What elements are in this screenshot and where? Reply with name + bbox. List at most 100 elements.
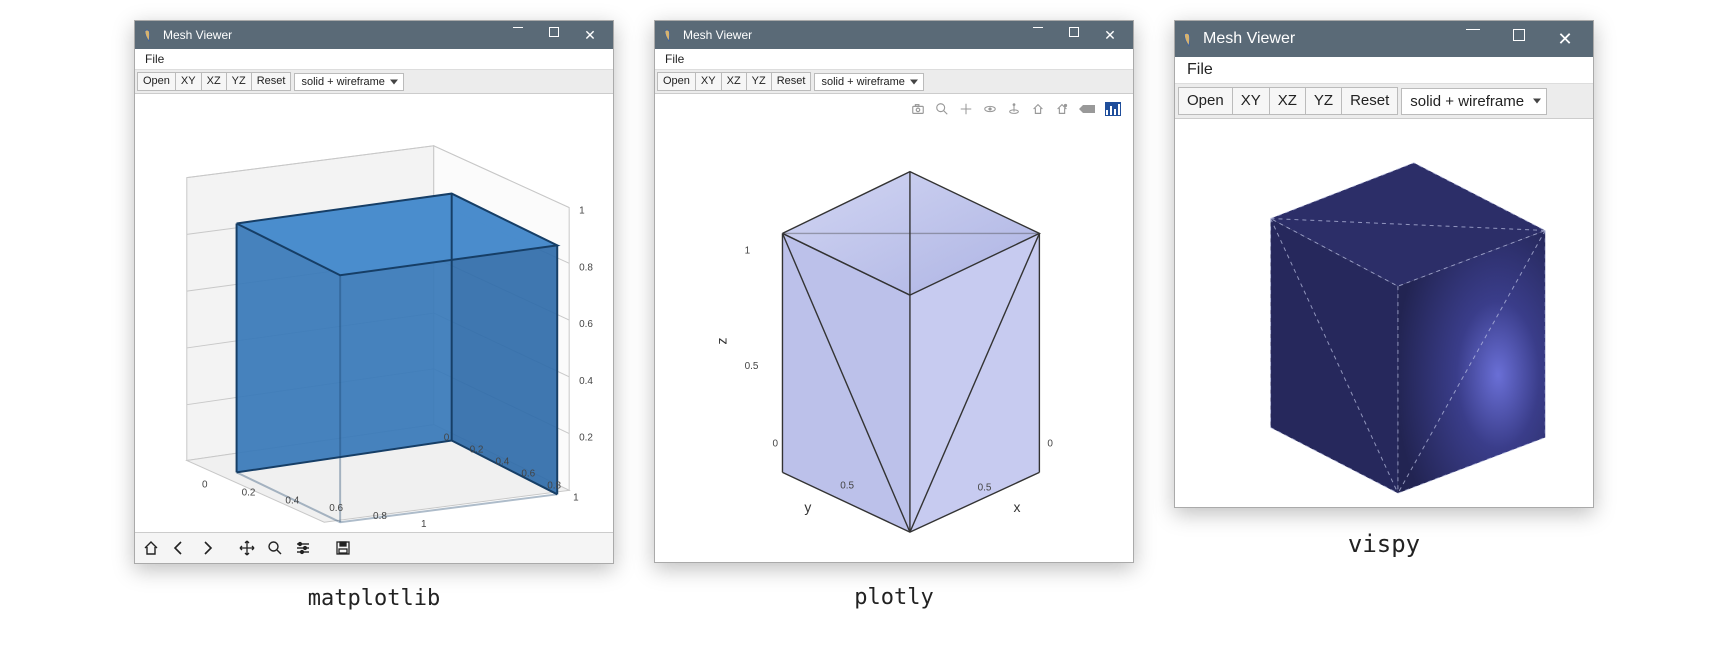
y-tick: 0: [773, 439, 779, 450]
hover-icon[interactable]: [1079, 103, 1095, 115]
plotly-logo-icon[interactable]: [1105, 102, 1121, 116]
cube-mesh: [1271, 163, 1546, 493]
open-button[interactable]: Open: [1178, 87, 1233, 115]
window-title: Mesh Viewer: [163, 28, 232, 42]
maximize-button[interactable]: [1497, 29, 1541, 41]
xy-button[interactable]: XY: [1232, 87, 1270, 115]
plotly-plot: z y x 1 0.5 0 0.5 0 0.5: [655, 94, 1133, 562]
cube-mesh: [782, 172, 1039, 532]
reset-last-icon[interactable]: [1055, 102, 1069, 116]
turntable-icon[interactable]: [1007, 102, 1021, 116]
render-mode-value: solid + wireframe: [301, 76, 384, 88]
zoom-icon[interactable]: [935, 102, 949, 116]
y-tick: 0.2: [470, 445, 484, 456]
x-tick: 0.5: [978, 483, 992, 494]
render-mode-dropdown[interactable]: solid + wireframe: [1401, 88, 1547, 115]
y-tick: 0.5: [840, 481, 854, 492]
y-tick: 0: [444, 433, 450, 444]
z-axis-label: z: [714, 338, 730, 345]
app-icon: [141, 27, 157, 43]
toolbar: Open XY XZ YZ Reset solid + wireframe: [655, 70, 1133, 94]
reset-button[interactable]: Reset: [251, 72, 292, 91]
window-plotly: Mesh Viewer ✕ File Open XY XZ YZ Reset s…: [654, 20, 1134, 563]
z-tick: 0.6: [579, 319, 593, 330]
menubar: File: [1175, 57, 1593, 84]
menu-file[interactable]: File: [659, 50, 690, 68]
open-button[interactable]: Open: [137, 72, 176, 91]
xz-button[interactable]: XZ: [201, 72, 227, 91]
z-tick: 1: [579, 206, 585, 217]
toolbar: Open XY XZ YZ Reset solid + wireframe: [1175, 84, 1593, 119]
plotly-modebar: [911, 102, 1121, 116]
close-button[interactable]: ✕: [1543, 29, 1587, 50]
configure-icon[interactable]: [291, 536, 315, 560]
render-mode-value: solid + wireframe: [821, 76, 904, 88]
close-button[interactable]: ✕: [1093, 27, 1127, 44]
close-button[interactable]: ✕: [573, 27, 607, 44]
x-tick: 0.6: [329, 503, 343, 514]
render-mode-dropdown[interactable]: solid + wireframe: [294, 73, 403, 91]
menu-file[interactable]: File: [139, 50, 170, 68]
plotly-canvas[interactable]: z y x 1 0.5 0 0.5 0 0.5: [655, 94, 1133, 562]
maximize-button[interactable]: [537, 27, 571, 37]
x-tick: 0.2: [242, 487, 256, 498]
y-tick: 0.8: [547, 481, 561, 492]
vispy-plot: [1175, 119, 1593, 507]
window-label: matplotlib: [308, 586, 440, 611]
back-icon[interactable]: [167, 536, 191, 560]
menubar: File: [135, 49, 613, 70]
render-mode-dropdown[interactable]: solid + wireframe: [814, 73, 923, 91]
titlebar: Mesh Viewer ✕: [1175, 21, 1593, 57]
forward-icon[interactable]: [195, 536, 219, 560]
x-tick: 1: [421, 519, 427, 530]
minimize-button[interactable]: [501, 27, 535, 28]
xy-button[interactable]: XY: [175, 72, 202, 91]
menu-file[interactable]: File: [1181, 59, 1219, 81]
window-title: Mesh Viewer: [1203, 30, 1295, 48]
titlebar: Mesh Viewer ✕: [655, 21, 1133, 49]
reset-button[interactable]: Reset: [1341, 87, 1398, 115]
window-label: vispy: [1348, 530, 1420, 558]
mpl-nav-toolbar: [135, 532, 613, 563]
z-tick: 1: [745, 246, 751, 257]
titlebar: Mesh Viewer ✕: [135, 21, 613, 49]
window-matplotlib: Mesh Viewer ✕ File Open XY XZ YZ Reset s…: [134, 20, 614, 564]
y-tick: 0.6: [521, 469, 535, 480]
window-title: Mesh Viewer: [683, 28, 752, 42]
xz-button[interactable]: XZ: [1269, 87, 1306, 115]
minimize-button[interactable]: [1021, 27, 1055, 28]
yz-button[interactable]: YZ: [1305, 87, 1342, 115]
yz-button[interactable]: YZ: [746, 72, 772, 91]
mpl-plot: 1 0.8 0.6 0.4 0.2 1 0.8 0.6 0.4 0.2 0: [135, 94, 613, 532]
reset-button[interactable]: Reset: [771, 72, 812, 91]
y-axis-label: y: [804, 499, 811, 515]
x-axis-label: x: [1013, 499, 1020, 515]
vispy-canvas[interactable]: [1175, 119, 1593, 507]
minimize-button[interactable]: [1451, 29, 1495, 30]
xy-button[interactable]: XY: [695, 72, 722, 91]
window-vispy: Mesh Viewer ✕ File Open XY XZ YZ Reset s…: [1174, 20, 1594, 508]
z-tick: 0.4: [579, 376, 593, 387]
camera-icon[interactable]: [911, 102, 925, 116]
zoom-icon[interactable]: [263, 536, 287, 560]
pan-icon[interactable]: [235, 536, 259, 560]
yz-button[interactable]: YZ: [226, 72, 252, 91]
render-mode-value: solid + wireframe: [1410, 93, 1524, 110]
home-icon[interactable]: [139, 536, 163, 560]
y-tick: 0.4: [495, 457, 509, 468]
mpl-canvas[interactable]: 1 0.8 0.6 0.4 0.2 1 0.8 0.6 0.4 0.2 0: [135, 94, 613, 532]
app-icon: [1181, 31, 1197, 47]
toolbar: Open XY XZ YZ Reset solid + wireframe: [135, 70, 613, 94]
x-tick: 0: [202, 480, 208, 491]
orbit-icon[interactable]: [983, 102, 997, 116]
save-icon[interactable]: [331, 536, 355, 560]
y-tick: 1: [573, 492, 579, 503]
reset-camera-icon[interactable]: [1031, 102, 1045, 116]
z-tick: 0.5: [745, 361, 759, 372]
x-tick: 0: [1047, 439, 1053, 450]
open-button[interactable]: Open: [657, 72, 696, 91]
pan-icon[interactable]: [959, 102, 973, 116]
maximize-button[interactable]: [1057, 27, 1091, 37]
x-tick: 0.8: [373, 511, 387, 522]
xz-button[interactable]: XZ: [721, 72, 747, 91]
